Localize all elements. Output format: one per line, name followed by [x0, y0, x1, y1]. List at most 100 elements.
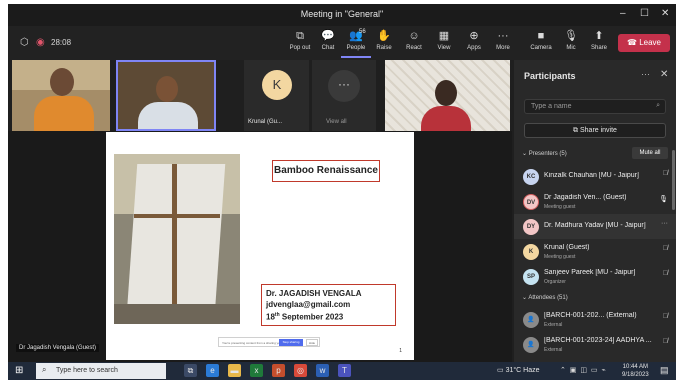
word-icon[interactable]: w [316, 364, 329, 377]
excel-icon[interactable]: x [250, 364, 263, 377]
participant-role: External [544, 347, 563, 353]
meeting-timer: 28:08 [51, 38, 72, 47]
participant-row[interactable]: DV Dr Jagadish Ven... (Guest) Meeting gu… [514, 189, 676, 214]
mic-off-icon: 🎙̸ [662, 313, 668, 320]
people-button[interactable]: 👥 56 People [341, 29, 371, 58]
participant-row[interactable]: KC Kinzalk Chauhan [MU - Jaipur] 🎙̸ [514, 164, 676, 189]
powerpoint-icon[interactable]: p [272, 364, 285, 377]
system-tray-icons[interactable]: ⌃ ▣ ◫ ▭ ⌁ [560, 366, 607, 374]
participant-name: Kinzalk Chauhan [MU - Jaipur] [544, 172, 639, 179]
react-button[interactable]: ☺ React [399, 29, 429, 51]
people-count: 56 [359, 29, 366, 35]
close-panel-icon[interactable]: ✕ [660, 69, 668, 80]
participant-search-input[interactable]: Type a name ⌕ [524, 99, 666, 114]
view-button[interactable]: ▦ View [429, 29, 459, 51]
minimize-button[interactable]: – [620, 8, 626, 19]
attendees-section-header[interactable]: ⌄ Attendees (51) [522, 294, 568, 301]
avatar: DY [523, 219, 539, 235]
hide-button[interactable]: Hide [306, 339, 318, 346]
pop-out-button[interactable]: ⧉ Pop out [285, 29, 315, 51]
bamboo-house-photo [114, 154, 240, 324]
slide-title: Bamboo Renaissance [272, 160, 380, 182]
video-tile-participant-2[interactable] [116, 60, 216, 131]
participant-row[interactable]: 👤 [BARCH-001-2023-24] AADHYA ... Externa… [514, 332, 676, 357]
participant-row[interactable]: SP Sanjeev Pareek [MU - Jaipur] Organize… [514, 264, 676, 289]
phone-icon: ☎ [627, 38, 637, 47]
more-button[interactable]: ··· More [488, 29, 518, 51]
presentation-slide: Bamboo Renaissance Dr. JAGADISH VENGALA … [106, 132, 414, 360]
shield-icon: ⬡ [20, 37, 29, 48]
view-all-tile[interactable]: ··· View all [312, 60, 376, 131]
edge-icon[interactable]: e [206, 364, 219, 377]
search-icon: ⌕ [656, 102, 660, 109]
pop-out-icon: ⧉ [296, 30, 304, 42]
mute-all-button[interactable]: Mute all [632, 147, 668, 159]
participant-body [421, 106, 471, 131]
chat-icon: 💬 [321, 30, 335, 42]
windows-taskbar: ⊞ ⌕ Type here to search ⧉ e ▬ x p ◎ w T … [8, 362, 676, 380]
taskbar-clock[interactable]: 10:44 AM 9/18/2023 [622, 363, 649, 379]
more-icon[interactable]: ··· [661, 220, 668, 227]
scrollbar[interactable] [672, 150, 675, 210]
raise-hand-button[interactable]: ✋ Raise [369, 29, 399, 51]
presenter-email: jdvenglaa@gmail.com [266, 300, 351, 309]
mic-off-icon: 🎙̸ [662, 338, 668, 345]
mic-off-icon: 🎙̸ [662, 170, 668, 177]
video-tile-participant-3[interactable] [385, 60, 510, 131]
video-tile-krunal[interactable]: K Krunal (Gu... [244, 60, 309, 131]
chrome-icon[interactable]: ◎ [294, 364, 307, 377]
avatar: K [262, 70, 292, 100]
participant-row[interactable]: DY Dr. Madhura Yadav [MU - Jaipur] ··· [514, 214, 676, 239]
more-options-icon[interactable]: ··· [641, 69, 650, 79]
mic-on-icon: 🎙 [659, 196, 668, 203]
chat-button[interactable]: 💬 Chat [313, 29, 343, 51]
participant-row[interactable]: K Krunal (Guest) Meeting guest 🎙̸ [514, 239, 676, 264]
tile-name: Krunal (Gu... [248, 119, 283, 125]
participant-body [138, 102, 198, 129]
participant-role: External [544, 322, 563, 328]
participant-role: Organizer [544, 279, 566, 285]
teams-icon[interactable]: T [338, 364, 351, 377]
taskbar-search-input[interactable]: ⌕ Type here to search [36, 363, 166, 379]
person-icon: 👤 [523, 337, 539, 353]
mic-button[interactable]: 🎙 Mic [556, 29, 586, 51]
maximize-button[interactable]: ☐ [640, 8, 649, 19]
view-icon: ▦ [438, 30, 450, 42]
presentation-date: 18th September 2023 [266, 312, 344, 322]
close-window-button[interactable]: ✕ [661, 8, 669, 19]
presenters-section-header[interactable]: ⌄ Presenters (5) [522, 150, 567, 157]
video-tile-participant-1[interactable] [12, 60, 110, 131]
weather-widget[interactable]: ▭ 31°C Haze [497, 366, 540, 374]
leave-button[interactable]: ☎ Leave [618, 34, 670, 52]
teams-window: Meeting in "General" – ☐ ✕ ⬡ ◉ 28:08 ⧉ P… [8, 4, 676, 380]
participant-row[interactable]: 👤 [BARCH-001-202... (External) External … [514, 307, 676, 332]
sharing-toolbar: You're presenting content from a sharing… [218, 337, 320, 347]
person-icon: 👤 [523, 312, 539, 328]
avatar: K [523, 244, 539, 260]
participant-head [50, 68, 74, 96]
weather-icon: ▭ [497, 367, 506, 374]
apps-button[interactable]: ⊕ Apps [459, 29, 489, 51]
share-invite-button[interactable]: ⧉ Share invite [524, 123, 666, 138]
windows-start-icon[interactable]: ⊞ [15, 365, 23, 376]
window-title: Meeting in "General" [300, 9, 384, 19]
avatar: DV [523, 194, 539, 210]
stop-sharing-button[interactable]: Stop sharing [279, 339, 303, 346]
hand-icon: ✋ [377, 30, 391, 42]
file-explorer-icon[interactable]: ▬ [228, 364, 241, 377]
participant-body [34, 96, 94, 131]
meeting-toolbar: ⬡ ◉ 28:08 ⧉ Pop out 💬 Chat 👥 56 People ✋… [8, 26, 676, 60]
participant-role: Meeting guest [544, 254, 576, 260]
task-view-icon[interactable]: ⧉ [184, 364, 197, 377]
slide-page-number: 1 [399, 348, 402, 354]
participant-role: Meeting guest [544, 204, 576, 210]
mic-off-icon: 🎙̸ [662, 270, 668, 277]
apps-icon: ⊕ [469, 30, 479, 42]
search-icon: ⌕ [42, 365, 47, 374]
notification-icon[interactable]: ▤ [660, 365, 669, 376]
panel-title: Participants [524, 71, 576, 81]
share-button[interactable]: ⬆ Share [584, 29, 614, 51]
slide-contact-box: Dr. JAGADISH VENGALA jdvenglaa@gmail.com… [261, 284, 396, 326]
mic-off-icon: 🎙̸ [662, 245, 668, 252]
camera-button[interactable]: ■ Camera [526, 29, 556, 51]
